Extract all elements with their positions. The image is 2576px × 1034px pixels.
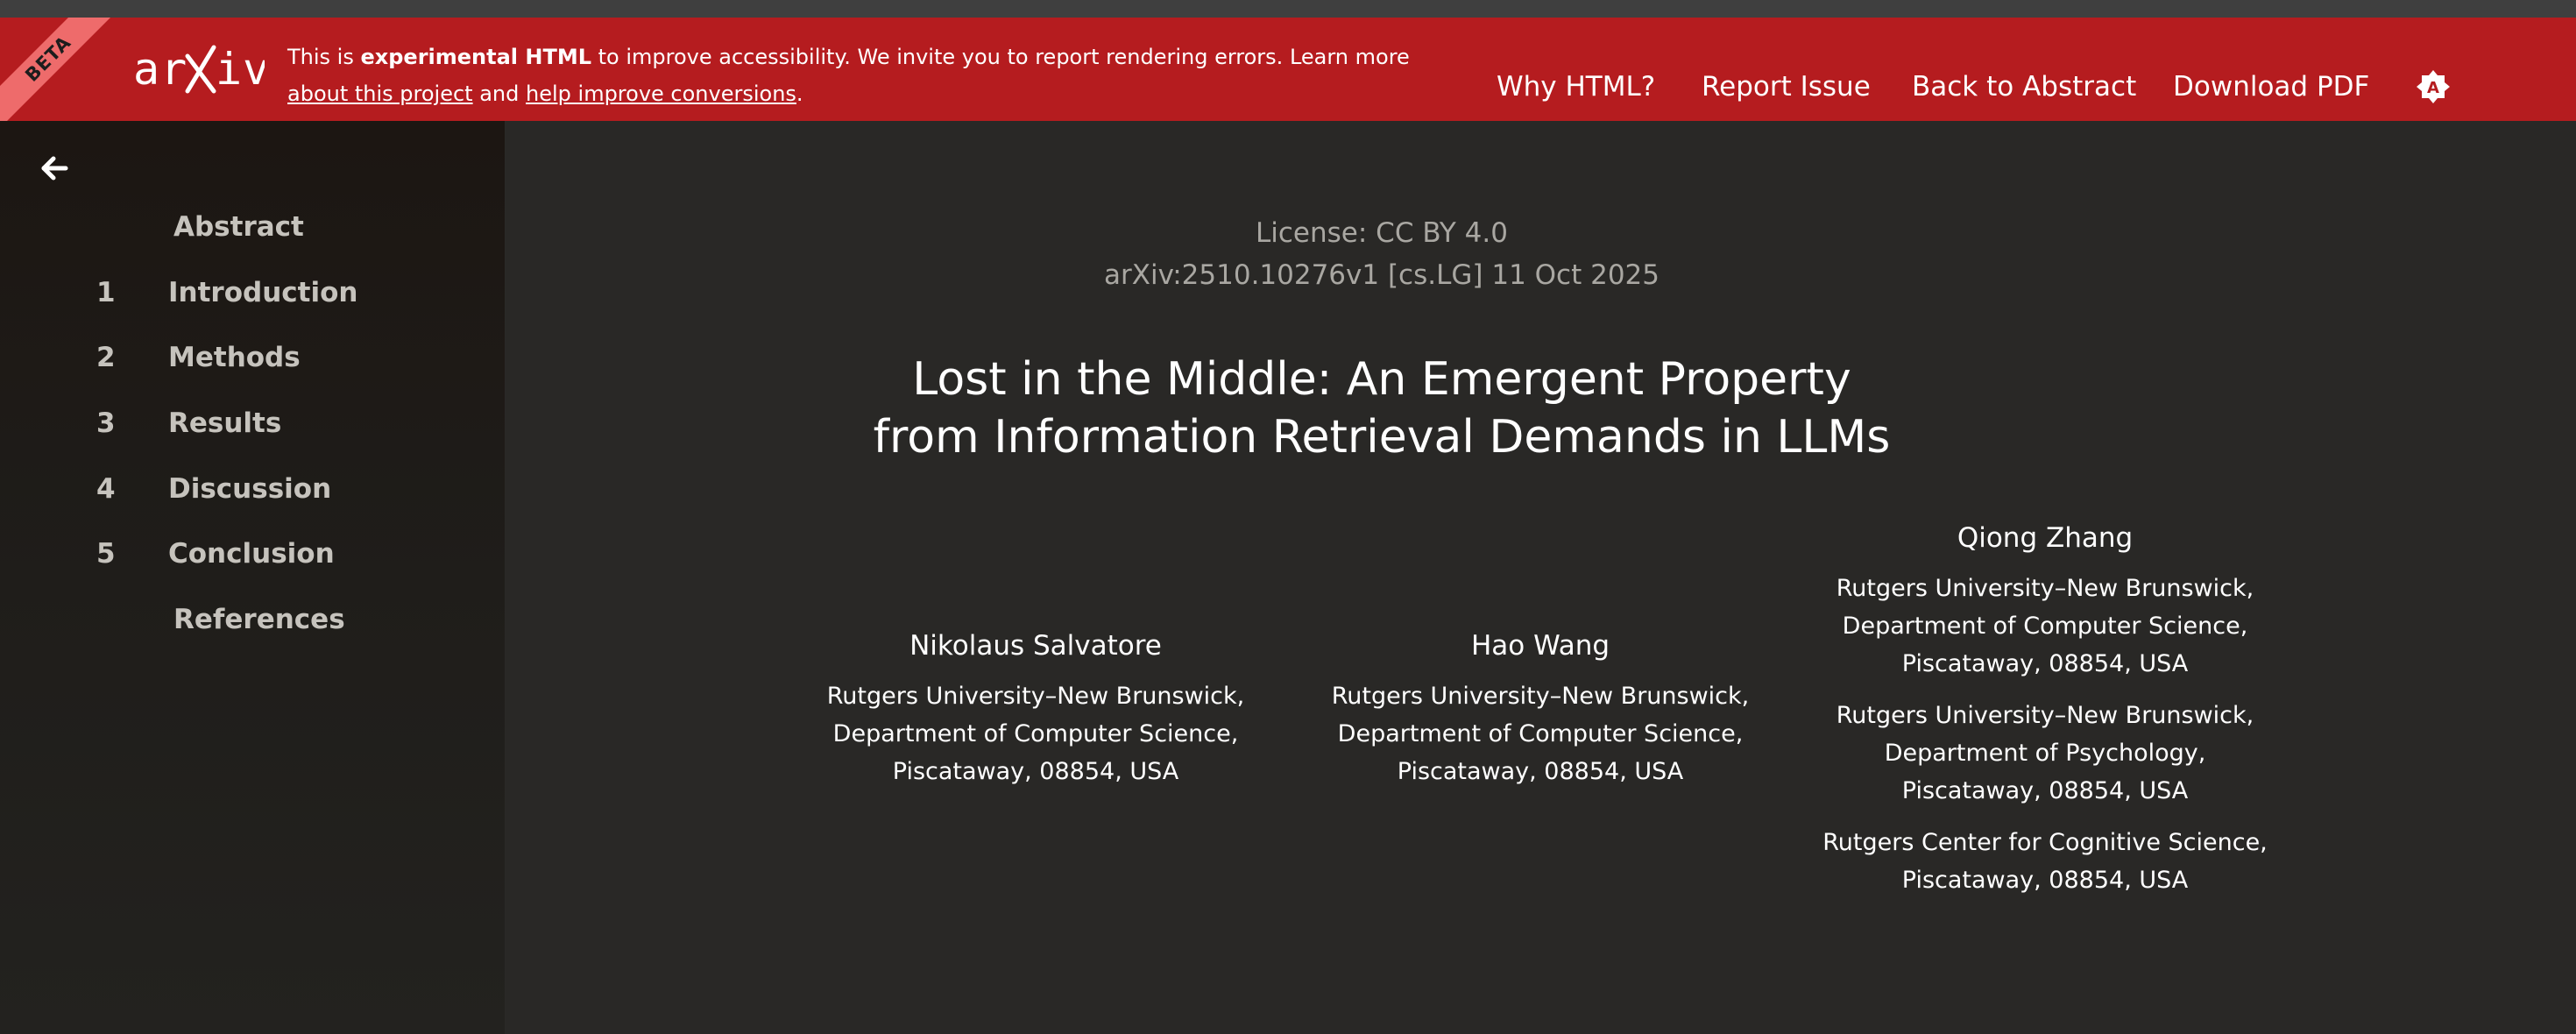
toc-label: Results	[168, 407, 282, 439]
notice-middle: to improve accessibility. We invite you …	[591, 45, 1410, 69]
affiliation-line: Department of Psychology,	[1884, 740, 2206, 767]
toc-sidebar: Abstract 1 Introduction 2 Methods 3 Resu…	[0, 121, 506, 1034]
affiliation-line: Department of Computer Science,	[1842, 613, 2248, 640]
toc-label: Introduction	[168, 277, 358, 308]
author-block: Hao Wang Rutgers University–New Brunswic…	[1295, 627, 1786, 790]
svg-text:iv: iv	[216, 44, 265, 95]
arxiv-identifier: arXiv:2510.10276v1 [cs.LG] 11 Oct 2025	[1103, 259, 1660, 291]
author-block: Nikolaus Salvatore Rutgers University–Ne…	[790, 627, 1281, 790]
toc-number: 3	[96, 407, 116, 439]
report-issue-link[interactable]: Report Issue	[1702, 68, 1871, 105]
author-name: Qiong Zhang	[1957, 522, 2134, 554]
toc-item-discussion[interactable]: 4 Discussion	[0, 467, 491, 511]
affiliation-line: Department of Computer Science,	[832, 720, 1239, 747]
help-improve-link[interactable]: help improve conversions	[526, 81, 796, 106]
affiliation: Rutgers Center for Cognitive Science, Pi…	[1800, 824, 2290, 899]
toc-item-abstract[interactable]: Abstract	[0, 205, 491, 249]
beta-ribbon: BETA	[0, 18, 131, 121]
svg-text:ar: ar	[133, 44, 188, 95]
notice-and: and	[472, 81, 527, 106]
toc-item-references[interactable]: References	[0, 598, 491, 641]
toc-label: Abstract	[173, 211, 304, 243]
arrow-left-icon[interactable]	[39, 152, 70, 184]
affiliation-line: Rutgers University–New Brunswick,	[1331, 683, 1750, 710]
license-text: License: CC BY 4.0	[1256, 217, 1508, 249]
affiliation-line: Piscataway, 08854, USA	[1901, 867, 2189, 894]
toc-label: Methods	[168, 342, 301, 373]
toc-item-introduction[interactable]: 1 Introduction	[0, 271, 491, 315]
window-top-strip	[0, 0, 2576, 18]
theme-toggle-icon[interactable]: A	[2415, 68, 2452, 105]
affiliation: Rutgers University–New Brunswick, Depart…	[790, 677, 1281, 790]
affiliation-line: Rutgers Center for Cognitive Science,	[1822, 829, 2268, 856]
toc-label: References	[173, 604, 345, 635]
toc-number: 4	[96, 473, 116, 505]
paper-content: License: CC BY 4.0 arXiv:2510.10276v1 [c…	[506, 121, 2576, 1034]
affiliation: Rutgers University–New Brunswick, Depart…	[1800, 570, 2290, 683]
paper-title: Lost in the Middle: An Emergent Property…	[725, 351, 2039, 466]
author-name: Nikolaus Salvatore	[909, 630, 1162, 662]
arxiv-logo[interactable]: arXiv ar iv	[133, 42, 265, 95]
toc-label: Discussion	[168, 473, 332, 505]
about-project-link[interactable]: about this project	[287, 81, 473, 106]
beta-notice: This is experimental HTML to improve acc…	[287, 39, 1426, 112]
notice-bold: experimental HTML	[360, 45, 592, 69]
affiliation-line: Piscataway, 08854, USA	[1901, 777, 2189, 804]
title-line: Lost in the Middle: An Emergent Property	[912, 353, 1851, 406]
download-pdf-link[interactable]: Download PDF	[2173, 68, 2369, 105]
title-line: from Information Retrieval Demands in LL…	[873, 411, 1891, 464]
author-name: Hao Wang	[1470, 630, 1610, 662]
notice-suffix: .	[796, 81, 803, 106]
svg-text:A: A	[2427, 79, 2439, 97]
back-to-abstract-link[interactable]: Back to Abstract	[1912, 68, 2136, 105]
affiliation-line: Rutgers University–New Brunswick,	[826, 683, 1245, 710]
toc-item-methods[interactable]: 2 Methods	[0, 336, 491, 379]
toc-number: 1	[96, 277, 116, 308]
why-html-link[interactable]: Why HTML?	[1497, 68, 1655, 105]
toc-item-results[interactable]: 3 Results	[0, 401, 491, 445]
author-block: Qiong Zhang Rutgers University–New Bruns…	[1800, 519, 2290, 899]
affiliation-line: Rutgers University–New Brunswick,	[1836, 575, 2254, 602]
toc-number: 5	[96, 538, 116, 570]
affiliation-line: Department of Computer Science,	[1337, 720, 1744, 747]
affiliation-line: Piscataway, 08854, USA	[892, 758, 1179, 785]
affiliation: Rutgers University–New Brunswick, Depart…	[1800, 697, 2290, 810]
arxiv-logo-mark: ar iv	[133, 44, 265, 95]
notice-prefix: This is	[287, 45, 361, 69]
html-beta-banner: BETA arXiv ar iv This is experimental HT…	[0, 18, 2576, 121]
toc-number: 2	[96, 342, 116, 373]
affiliation: Rutgers University–New Brunswick, Depart…	[1295, 677, 1786, 790]
toc-label: Conclusion	[168, 538, 335, 570]
affiliation-line: Piscataway, 08854, USA	[1901, 650, 2189, 677]
affiliation-line: Piscataway, 08854, USA	[1397, 758, 1684, 785]
toc-item-conclusion[interactable]: 5 Conclusion	[0, 532, 491, 576]
affiliation-line: Rutgers University–New Brunswick,	[1836, 702, 2254, 729]
